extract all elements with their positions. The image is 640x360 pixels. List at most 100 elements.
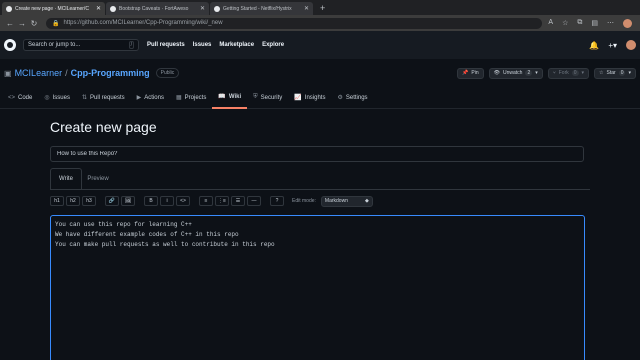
forward-icon[interactable]: → xyxy=(16,19,28,28)
favorites-icon[interactable]: ☆ xyxy=(562,19,568,28)
code-button[interactable]: <> xyxy=(176,196,190,206)
unwatch-button[interactable]: 👁 Unwatch 2 ▾ xyxy=(488,67,543,79)
github-header: Search or jump to... / Pull requests Issu… xyxy=(0,31,640,59)
more-icon[interactable]: ⋯ xyxy=(607,19,614,28)
heading1-button[interactable]: h1 xyxy=(50,196,64,206)
ordered-list-icon[interactable]: ⋮≡ xyxy=(215,196,229,206)
chevron-down-icon: ▾ xyxy=(628,70,631,76)
repo-owner-link[interactable]: MCILearner xyxy=(15,68,63,78)
repo-tab-bar: <> Code ◎ Issues ⇅ Pull requests ▶ Actions ▦… xyxy=(0,87,640,109)
tab-issues[interactable]: ◎ Issues xyxy=(38,87,76,109)
help-icon[interactable]: ? xyxy=(270,196,284,206)
nav-pull-requests[interactable]: Pull requests xyxy=(147,42,185,48)
content-line: You can use this repo for learning C++ xyxy=(55,221,192,228)
editor-tabs: Write Preview xyxy=(50,168,590,190)
shield-icon: ⛨ xyxy=(253,94,258,100)
nav-explore[interactable]: Explore xyxy=(262,42,284,48)
edit-mode-select[interactable]: Markdown ◆ xyxy=(320,195,373,207)
heading2-button[interactable]: h2 xyxy=(66,196,80,206)
close-icon[interactable]: ✕ xyxy=(94,5,101,12)
tab-settings[interactable]: ⚙ Settings xyxy=(331,87,373,109)
read-aloud-icon[interactable]: A xyxy=(548,19,553,28)
browser-tab-bootstrap[interactable]: Bootstrap Caveats · FortAweso ✕ xyxy=(106,2,209,15)
url-text: https://github.com/MCILearner/Cpp-Progra… xyxy=(63,20,223,26)
repo-icon: ▣ xyxy=(4,68,12,78)
tab-code[interactable]: <> Code xyxy=(2,87,38,109)
star-count: 0 xyxy=(618,70,626,76)
page-title: Create new page xyxy=(50,119,157,135)
back-icon[interactable]: ← xyxy=(4,19,16,28)
slash-key-icon: / xyxy=(128,41,134,49)
play-icon: ▶ xyxy=(136,95,142,101)
browser-tab-label: Bootstrap Caveats · FortAweso xyxy=(119,5,189,12)
repo-name-link[interactable]: Cpp-Programming xyxy=(71,68,150,78)
path-separator: / xyxy=(65,68,68,78)
unwatch-count: 2 xyxy=(525,70,533,76)
unordered-list-icon[interactable]: ≡ xyxy=(199,196,213,206)
link-icon[interactable]: 🔗 xyxy=(105,196,119,206)
lock-icon: 🔒 xyxy=(52,20,60,27)
nav-issues[interactable]: Issues xyxy=(193,42,212,48)
browser-tab-create-page[interactable]: Create new page · MCILearner/C ✕ xyxy=(2,2,105,15)
github-icon xyxy=(214,5,220,12)
tab-label: Security xyxy=(260,94,283,101)
fork-count: 0 xyxy=(571,70,579,76)
close-icon[interactable]: ✕ xyxy=(198,5,205,12)
tab-write[interactable]: Write xyxy=(50,168,82,189)
graph-icon: 📈 xyxy=(294,95,302,101)
tab-preview[interactable]: Preview xyxy=(82,168,114,189)
book-icon: 📖 xyxy=(218,94,226,100)
notifications-icon[interactable]: 🔔 xyxy=(589,41,599,50)
fork-button[interactable]: ⑂ Fork 0 ▾ xyxy=(547,67,590,79)
edit-mode-label: Edit mode: xyxy=(292,198,316,204)
tab-label: Projects xyxy=(184,94,207,101)
tab-insights[interactable]: 📈 Insights xyxy=(288,87,331,109)
close-icon[interactable]: ✕ xyxy=(302,5,309,12)
tab-label: Code xyxy=(18,94,33,101)
extensions-icon[interactable]: ⧉ xyxy=(577,19,582,28)
nav-marketplace[interactable]: Marketplace xyxy=(219,42,254,48)
content-line: We have different example codes of C++ i… xyxy=(55,231,239,238)
wiki-content-textarea[interactable]: You can use this repo for learning C++ W… xyxy=(50,215,585,360)
search-input[interactable]: Search or jump to... / xyxy=(23,39,139,51)
edit-mode-value: Markdown xyxy=(324,198,348,204)
address-bar[interactable]: 🔒 https://github.com/MCILearner/Cpp-Progr… xyxy=(46,17,543,29)
horizontal-rule-icon[interactable]: — xyxy=(247,196,261,206)
issue-icon: ◎ xyxy=(44,95,50,101)
new-tab-button[interactable]: + xyxy=(314,2,331,15)
pin-button[interactable]: 📌 Pin xyxy=(457,67,484,79)
github-logo-icon[interactable] xyxy=(4,39,16,51)
tab-label: Wiki xyxy=(228,93,242,100)
bold-button[interactable]: B xyxy=(144,196,158,206)
unwatch-label: Unwatch xyxy=(502,70,523,76)
wiki-title-input[interactable] xyxy=(50,146,584,162)
tab-pull-requests[interactable]: ⇅ Pull requests xyxy=(76,87,131,109)
profile-icon[interactable] xyxy=(623,18,632,28)
reload-icon[interactable]: ↻ xyxy=(28,19,40,28)
github-icon xyxy=(110,5,116,12)
visibility-badge: Public xyxy=(155,68,180,78)
star-button[interactable]: ☆ Star 0 ▾ xyxy=(594,67,636,79)
content-line: You can make pull requests as well to co… xyxy=(55,241,275,248)
pull-request-icon: ⇅ xyxy=(81,95,87,101)
blockquote-icon[interactable]: ☰ xyxy=(231,196,245,206)
browser-tab-strip: Create new page · MCILearner/C ✕ Bootstra… xyxy=(0,0,640,15)
github-icon xyxy=(6,5,12,12)
chevron-down-icon: ▾ xyxy=(581,70,585,76)
heading3-button[interactable]: h3 xyxy=(82,196,96,206)
tab-label: Insights xyxy=(304,94,326,101)
tab-actions[interactable]: ▶ Actions xyxy=(131,87,170,109)
avatar[interactable] xyxy=(626,40,636,50)
star-label: Star xyxy=(606,70,616,76)
create-new-icon[interactable]: +▾ xyxy=(608,41,617,50)
image-icon[interactable]: 🖼 xyxy=(121,196,135,206)
collections-icon[interactable]: ▤ xyxy=(591,19,598,28)
browser-tab-label: Getting Started - Netflix/Hystrix xyxy=(223,5,292,12)
tab-projects[interactable]: ▦ Projects xyxy=(170,87,212,109)
browser-tab-hystrix[interactable]: Getting Started - Netflix/Hystrix ✕ xyxy=(210,2,313,15)
italic-button[interactable]: i xyxy=(160,196,174,206)
tab-wiki[interactable]: 📖 Wiki xyxy=(212,87,248,109)
browser-toolbar: ← → ↻ 🔒 https://github.com/MCILearner/Cpp… xyxy=(0,15,640,31)
pin-icon: 📌 xyxy=(462,70,469,76)
tab-security[interactable]: ⛨ Security xyxy=(247,87,288,109)
